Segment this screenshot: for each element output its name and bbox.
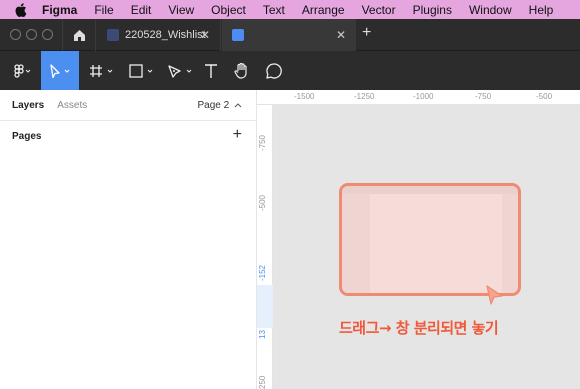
ruler-label: -1250 — [354, 92, 375, 101]
pen-tool-icon — [168, 64, 192, 78]
menu-object[interactable]: Object — [211, 3, 246, 17]
menu-window[interactable]: Window — [469, 3, 512, 17]
close-tab-icon[interactable]: ✕ — [336, 28, 346, 42]
page-selector[interactable]: Page 2 — [198, 100, 242, 111]
menu-text[interactable]: Text — [263, 3, 285, 17]
home-icon — [73, 29, 85, 41]
ruler-label: -750 — [475, 92, 492, 101]
pen-tool-button[interactable] — [163, 51, 199, 90]
tab-label: 220528_Wishlist — [125, 29, 206, 41]
hand-tool-button[interactable] — [230, 51, 254, 90]
pages-title: Pages — [12, 131, 42, 142]
tab-file-wishlist[interactable]: 220528_Wishlist ✕ — [97, 19, 221, 51]
tab-layers[interactable]: Layers — [12, 100, 44, 111]
figma-menu-icon — [14, 63, 31, 78]
frame-tool-icon — [90, 64, 113, 77]
menu-figma[interactable]: Figma — [42, 3, 77, 17]
frame-tool-button[interactable] — [84, 51, 120, 90]
apple-icon[interactable] — [15, 2, 29, 17]
file-icon — [107, 29, 119, 41]
zoom-window-button[interactable] — [42, 29, 53, 40]
horizontal-ruler: -1500 -1250 -1000 -750 -500 — [257, 90, 580, 105]
tab-bar: 220528_Wishlist ✕ ✕ + — [0, 19, 580, 51]
comment-tool-icon — [266, 62, 282, 79]
text-tool-icon — [205, 63, 217, 78]
ruler-label: -500 — [536, 92, 553, 101]
move-tool-icon — [50, 63, 70, 78]
toolbar — [0, 51, 580, 90]
menu-edit[interactable]: Edit — [131, 3, 152, 17]
vertical-ruler: -750 -500 -152 13 250 — [257, 105, 273, 389]
ruler-label: -500 — [258, 194, 267, 211]
tab-file-active[interactable]: ✕ — [222, 19, 356, 51]
page-selector-label: Page 2 — [197, 100, 230, 111]
menu-help[interactable]: Help — [529, 3, 554, 17]
menu-plugins[interactable]: Plugins — [413, 3, 452, 17]
close-tab-icon[interactable]: ✕ — [200, 28, 210, 42]
ruler-label: 250 — [258, 375, 267, 389]
panel-tabs: Layers Assets Page 2 — [0, 90, 256, 121]
instruction-caption: 드래그→ 창 분리되면 놓기 — [339, 319, 499, 337]
move-tool-button[interactable] — [41, 51, 79, 90]
menu-view[interactable]: View — [168, 3, 194, 17]
tab-assets[interactable]: Assets — [57, 100, 87, 111]
chevron-up-icon — [234, 103, 242, 108]
home-button[interactable] — [62, 19, 96, 51]
ruler-label: -152 — [258, 264, 267, 281]
text-tool-button[interactable] — [200, 51, 222, 90]
shape-tool-icon — [129, 63, 153, 78]
minimize-window-button[interactable] — [26, 29, 37, 40]
comment-tool-button[interactable] — [262, 51, 286, 90]
menu-vector[interactable]: Vector — [362, 3, 396, 17]
new-tab-button[interactable]: + — [362, 24, 371, 42]
window-controls — [10, 29, 58, 40]
dragged-window-preview — [339, 183, 521, 296]
close-window-button[interactable] — [10, 29, 21, 40]
ruler-label: -1000 — [413, 92, 434, 101]
cursor-icon — [486, 285, 503, 305]
ruler-label: 13 — [258, 330, 267, 339]
selection-range — [257, 285, 273, 328]
menu-file[interactable]: File — [94, 3, 113, 17]
add-page-button[interactable]: + — [233, 126, 242, 144]
ruler-label: -750 — [258, 134, 267, 151]
figma-menu-button[interactable] — [4, 51, 38, 90]
shape-tool-button[interactable] — [124, 51, 160, 90]
hand-tool-icon — [234, 62, 247, 79]
menu-bar: Figma File Edit View Object Text Arrange… — [0, 0, 580, 19]
menu-arrange[interactable]: Arrange — [302, 3, 345, 17]
file-icon — [232, 29, 244, 41]
left-panel: Layers Assets Page 2 Pages + — [0, 90, 257, 389]
ruler-label: -1500 — [294, 92, 315, 101]
pages-section: Pages + — [0, 121, 256, 149]
